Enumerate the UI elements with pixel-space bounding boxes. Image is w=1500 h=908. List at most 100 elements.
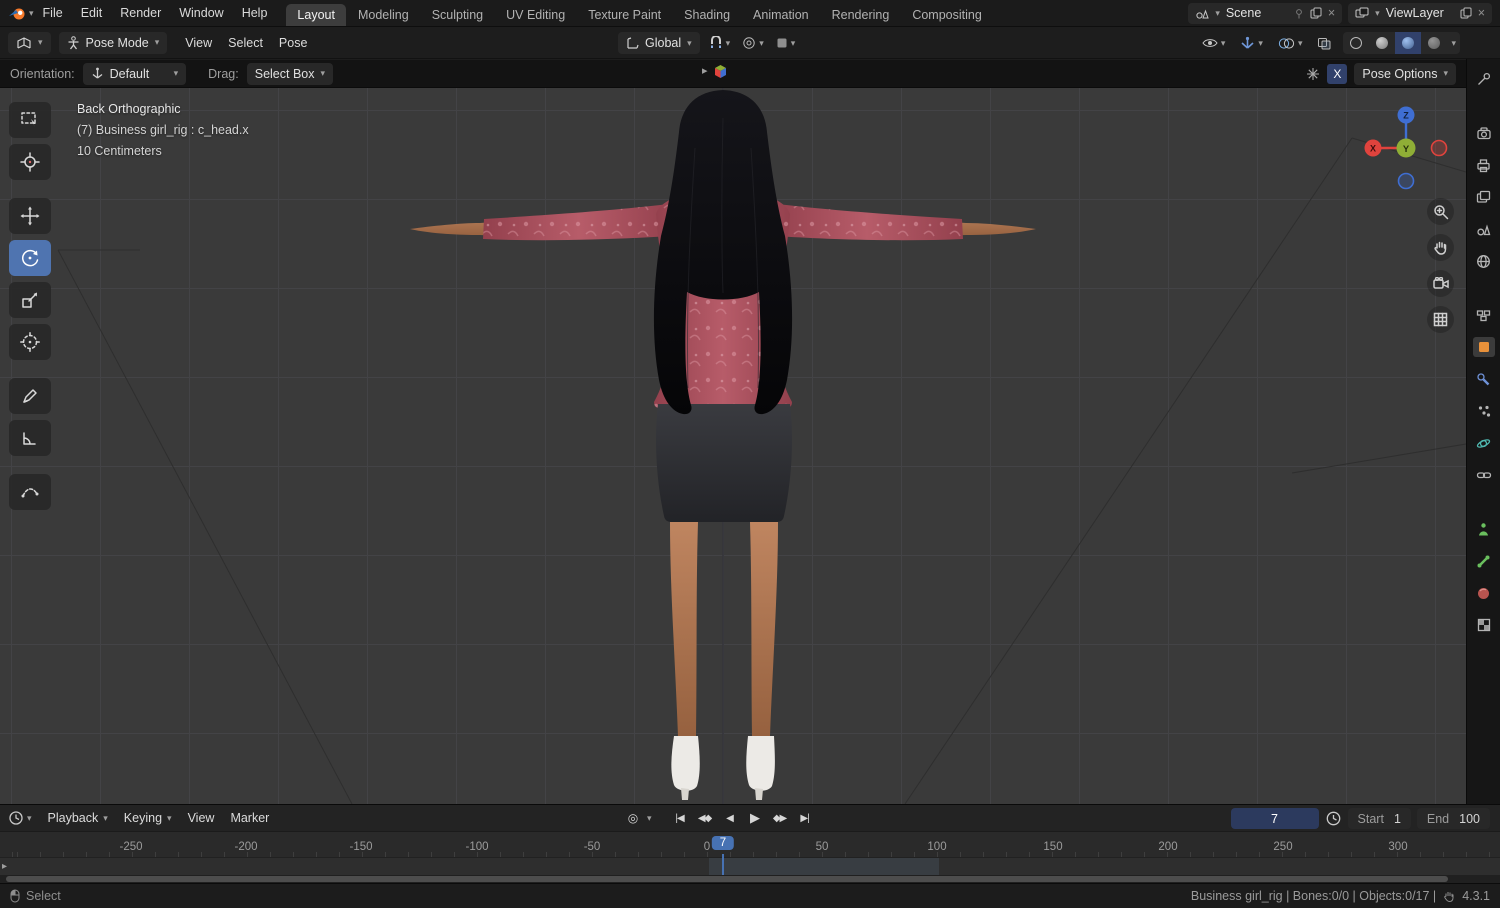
menu-select[interactable]: Select <box>220 32 271 54</box>
pin-icon[interactable] <box>1294 8 1304 19</box>
show-overlays-button[interactable]: ▾ <box>1275 32 1306 54</box>
workspace-tab-shading[interactable]: Shading <box>673 4 741 26</box>
editor-type-button[interactable]: ▾ <box>8 31 51 54</box>
data-tab-icon[interactable] <box>1473 519 1495 539</box>
timeline-menu-marker[interactable]: Marker <box>222 807 277 829</box>
play-reverse-button[interactable]: ◀ <box>719 808 741 828</box>
shading-solid-button[interactable] <box>1369 32 1395 54</box>
object-tab-icon[interactable] <box>1472 337 1495 357</box>
gizmo-chevron[interactable]: ▾ <box>1258 38 1263 48</box>
collection-tab-icon[interactable] <box>1473 305 1495 325</box>
pose-options-dropdown[interactable]: Pose Options ▾ <box>1354 62 1456 85</box>
annotate-tool[interactable] <box>9 378 51 414</box>
shading-wireframe-button[interactable] <box>1343 32 1369 54</box>
timeline-ruler[interactable]: -250 -200 -150 -100 -50 0 50 100 150 200… <box>0 832 1500 858</box>
show-gizmo-button[interactable]: ▾ <box>1237 32 1266 54</box>
timeline-editor-type-icon[interactable] <box>8 810 24 826</box>
menu-pose[interactable]: Pose <box>271 32 316 54</box>
shading-material-button[interactable] <box>1395 32 1422 54</box>
proportional-editing-button[interactable]: ▾ <box>739 32 767 54</box>
timeline-menu-keying[interactable]: Keying ▾ <box>116 807 180 829</box>
unlink-scene-icon[interactable]: × <box>1328 6 1335 20</box>
tool-tab-icon[interactable] <box>1473 69 1495 89</box>
next-keyframe-button[interactable]: ◆▶ <box>769 808 791 828</box>
menu-window[interactable]: Window <box>170 3 232 23</box>
viewlayer-tab-icon[interactable] <box>1473 187 1495 207</box>
render-tab-icon[interactable] <box>1473 123 1495 143</box>
timeline-scroll-handle[interactable] <box>6 876 1448 882</box>
timeline-editor-chevron[interactable]: ▾ <box>27 813 32 823</box>
constraints-tab-icon[interactable] <box>1473 465 1495 485</box>
playhead[interactable]: 7 <box>711 836 735 850</box>
object-visibility-button[interactable]: ▾ <box>1199 32 1229 54</box>
texture-tab-icon[interactable] <box>1473 615 1495 635</box>
jump-to-end-button[interactable]: ▶| <box>794 808 816 828</box>
autokey-toggle[interactable]: ◎ <box>622 808 644 828</box>
physics-tab-icon[interactable] <box>1473 433 1495 453</box>
gizmo-axis-x-negative[interactable] <box>1430 139 1448 157</box>
pan-hand-button[interactable] <box>1427 234 1454 261</box>
particles-tab-icon[interactable] <box>1473 401 1495 421</box>
timeline-menu-view[interactable]: View <box>180 807 223 829</box>
new-viewlayer-icon[interactable] <box>1460 7 1472 19</box>
bone-tab-icon[interactable] <box>1473 551 1495 571</box>
workspace-tab-modeling[interactable]: Modeling <box>347 4 420 26</box>
scale-tool[interactable] <box>9 282 51 318</box>
orientation-default-dropdown[interactable]: Default ▾ <box>82 62 187 85</box>
xray-toggle-button[interactable] <box>1314 32 1334 54</box>
mode-selector[interactable]: Pose Mode ▾ <box>58 31 168 54</box>
mirror-snowflake-icon[interactable] <box>1306 67 1320 81</box>
snap-chevron[interactable]: ▾ <box>726 38 731 48</box>
toggle-view-grid-button[interactable] <box>1427 306 1454 333</box>
axes-cube-icon[interactable] <box>712 63 729 80</box>
viewlayer-selector[interactable]: ▾ ViewLayer × <box>1348 2 1492 24</box>
blender-logo-icon[interactable] <box>8 6 27 21</box>
world-tab-icon[interactable] <box>1473 251 1495 271</box>
workspace-tab-compositing[interactable]: Compositing <box>901 4 992 26</box>
camera-view-button[interactable] <box>1427 270 1454 297</box>
current-frame-field[interactable]: 7 <box>1230 808 1319 829</box>
workspace-tab-texture-paint[interactable]: Texture Paint <box>577 4 672 26</box>
transform-orientation-button[interactable]: Global ▾ <box>618 32 700 54</box>
new-scene-icon[interactable] <box>1310 7 1322 19</box>
play-button[interactable]: ▶ <box>744 808 766 828</box>
use-preview-range-icon[interactable] <box>1325 810 1342 827</box>
modifiers-tab-icon[interactable] <box>1473 369 1495 389</box>
extra-tool[interactable] <box>9 474 51 510</box>
logo-menu-chevron[interactable]: ▾ <box>29 8 34 18</box>
measure-tool[interactable] <box>9 420 51 456</box>
navigation-gizmo[interactable]: Z X Y <box>1363 105 1449 191</box>
menu-render[interactable]: Render <box>111 3 170 23</box>
workspace-tab-uv-editing[interactable]: UV Editing <box>495 4 576 26</box>
3d-viewport[interactable]: Back Orthographic (7) Business girl_rig … <box>0 88 1466 804</box>
move-tool[interactable] <box>9 198 51 234</box>
frame-start-field[interactable]: Start 1 <box>1347 808 1411 829</box>
snap-button[interactable]: ▾ <box>706 32 734 54</box>
timeline-expand-arrow[interactable]: ▸ <box>2 861 7 872</box>
autokey-chevron[interactable]: ▾ <box>647 813 652 823</box>
remove-viewlayer-icon[interactable]: × <box>1478 6 1485 20</box>
output-tab-icon[interactable] <box>1473 155 1495 175</box>
frame-end-field[interactable]: End 100 <box>1416 808 1490 829</box>
scene-selector[interactable]: ▾ Scene × <box>1188 2 1343 24</box>
cursor-tool[interactable] <box>9 144 51 180</box>
character-model[interactable] <box>390 88 1060 804</box>
falloff-chevron[interactable]: ▾ <box>791 38 796 48</box>
timeline-menu-playback[interactable]: Playback ▾ <box>40 807 116 829</box>
visibility-chevron[interactable]: ▾ <box>1221 38 1226 48</box>
timeline-track[interactable] <box>0 858 1500 875</box>
transform-tool[interactable] <box>9 324 51 360</box>
workspace-tab-sculpting[interactable]: Sculpting <box>421 4 494 26</box>
scene-tab-icon[interactable] <box>1473 219 1495 239</box>
overlays-chevron[interactable]: ▾ <box>1298 38 1303 48</box>
expand-panel-arrow[interactable]: ▸ <box>702 66 708 77</box>
workspace-tab-rendering[interactable]: Rendering <box>821 4 901 26</box>
jump-to-start-button[interactable]: |◀ <box>669 808 691 828</box>
menu-help[interactable]: Help <box>233 3 277 23</box>
zoom-button[interactable] <box>1427 198 1454 225</box>
gizmo-axis-z-negative[interactable] <box>1397 172 1415 190</box>
shading-chevron[interactable]: ▾ <box>1447 38 1460 48</box>
mirror-x-toggle[interactable]: X <box>1327 63 1348 84</box>
workspace-tab-animation[interactable]: Animation <box>742 4 820 26</box>
prev-keyframe-button[interactable]: ◀◆ <box>694 808 716 828</box>
